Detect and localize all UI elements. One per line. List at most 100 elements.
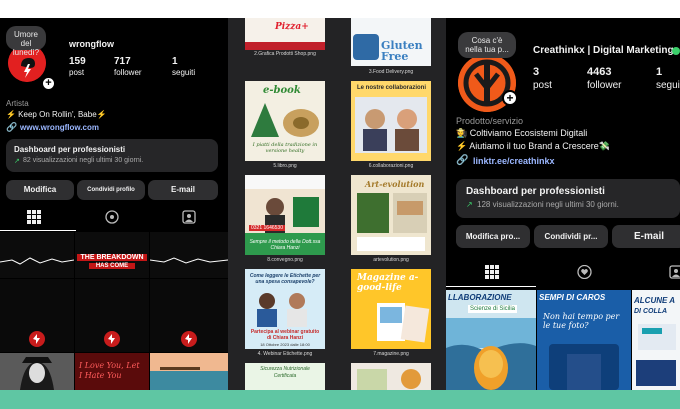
right-profile-panel: + Cosa c'è nella tua p... Creathinkx | D… bbox=[446, 18, 680, 390]
edit-profile-button[interactable]: Modifica bbox=[6, 180, 74, 200]
file-name-2[interactable]: 3.Food Delivery.png bbox=[351, 69, 431, 75]
post-3-line-2: DI COLLA bbox=[634, 308, 668, 315]
stat-posts-label-right: post bbox=[533, 80, 552, 91]
file-thumb-9[interactable]: Sicurezza Nutrizionale Certificata bbox=[245, 363, 325, 390]
banner-text-1: THE BREAKDOWN bbox=[77, 254, 147, 261]
grid-post-6[interactable] bbox=[150, 279, 228, 352]
file-name-4[interactable]: 6.collaborazioni.png bbox=[351, 163, 431, 169]
reels-icon[interactable] bbox=[104, 210, 120, 226]
post-1-line-2: Scienze di Sicilia bbox=[468, 305, 518, 313]
tagged-icon[interactable] bbox=[181, 210, 197, 226]
file-title-8: Magazine a-good-life bbox=[357, 273, 419, 293]
post-1-line-1: LLABORAZIONE bbox=[448, 293, 512, 302]
file-date: 18 Ottobre 2023 dalle 18:00 bbox=[260, 342, 310, 347]
username: wrongflow bbox=[69, 39, 114, 49]
grid-post-4[interactable] bbox=[0, 279, 74, 352]
grid-post-3[interactable] bbox=[150, 232, 228, 278]
file-thumb-4[interactable]: Le nostre collaborazioni bbox=[351, 81, 431, 161]
stat-following-value[interactable]: 1 bbox=[172, 56, 178, 67]
file-title-3: I piatti della tradizione in versione he… bbox=[252, 142, 318, 154]
file-thumb-1[interactable]: Pizza+ bbox=[245, 18, 325, 50]
top-strip bbox=[0, 0, 680, 18]
email-button[interactable]: E-mail bbox=[148, 180, 218, 200]
file-thumb-6[interactable]: Art-evolution bbox=[351, 175, 431, 255]
file-thumb-3[interactable]: e-book I piatti della tradizione in vers… bbox=[245, 81, 325, 161]
bio-line-1: 🧑‍🌾 Coltiviamo Ecosistemi Digitali bbox=[456, 128, 588, 138]
dashboard-card-right[interactable]: Dashboard per professionisti ↗ 128 visua… bbox=[456, 179, 680, 218]
note-text-right: Cosa c'è nella tua p... bbox=[465, 36, 509, 54]
dashboard-card[interactable]: Dashboard per professionisti ↗ 82 visual… bbox=[6, 139, 218, 172]
banner-text-2: HAS COME bbox=[89, 263, 135, 269]
file-name-1[interactable]: 2.Grafica Prodotti Shop.png bbox=[245, 51, 325, 57]
stat-followers-label-right[interactable]: follower bbox=[587, 80, 621, 91]
grid-post-9[interactable] bbox=[150, 353, 228, 390]
note-text: Umore del lunedì? bbox=[12, 30, 40, 57]
share-profile-button[interactable]: Condividi profilo bbox=[77, 180, 145, 200]
file-phone: 0321 1646530 bbox=[249, 225, 285, 231]
file-thumb-7[interactable]: Come leggere le Etichette per una spesa … bbox=[245, 269, 325, 349]
stat-following-value-right[interactable]: 1 bbox=[656, 66, 662, 78]
post-2-line-1: SEMPI DI CAROS bbox=[539, 293, 606, 302]
file-title-5: Sempre il metodo della Dott.ssa Chiara H… bbox=[249, 239, 321, 251]
grid-post-5[interactable] bbox=[75, 279, 149, 352]
stat-followers-value[interactable]: 717 bbox=[114, 56, 131, 67]
category: Artista bbox=[6, 99, 29, 108]
note-bubble-right[interactable]: Cosa c'è nella tua p... bbox=[458, 32, 516, 58]
profile-link[interactable]: www.wrongflow.com bbox=[20, 123, 99, 132]
post-collaboration[interactable]: LLABORAZIONE Scienze di Sicilia bbox=[446, 290, 536, 390]
stat-posts-value: 159 bbox=[69, 56, 86, 67]
grid-tab-indicator-right bbox=[446, 286, 536, 287]
art-text: I Love You, Let I Hate You bbox=[79, 361, 140, 380]
file-title-9: Sicurezza Nutrizionale Certificata bbox=[260, 366, 310, 379]
file-name-7[interactable]: 4. Webinar Etichette.png bbox=[245, 351, 325, 357]
stat-posts-value-right: 3 bbox=[533, 66, 540, 78]
stat-following-label-right[interactable]: seguiti bbox=[656, 80, 680, 91]
email-button-right[interactable]: E-mail bbox=[612, 225, 680, 248]
tagged-icon-right[interactable] bbox=[668, 265, 680, 281]
profile-link-right[interactable]: linktr.ee/creathinkx bbox=[473, 156, 555, 166]
stat-followers-value-right[interactable]: 4463 bbox=[587, 66, 611, 78]
post-2-line-2: Non hai tempo per le tue foto? bbox=[543, 312, 620, 330]
edit-profile-button-right[interactable]: Modifica pro... bbox=[456, 225, 530, 248]
file-browser-panel: Pizza+ 2.Grafica Prodotti Shop.png Glute… bbox=[228, 18, 446, 390]
grid-tab-indicator bbox=[0, 230, 76, 231]
heart-icon[interactable] bbox=[576, 264, 592, 281]
username-right: Creathinkx | Digital Marketing bbox=[533, 45, 674, 56]
stat-following-label[interactable]: seguiti bbox=[172, 68, 195, 77]
grid-icon-right[interactable] bbox=[484, 265, 500, 281]
file-name-6[interactable]: artevolution.png bbox=[351, 257, 431, 263]
grid-post-1[interactable] bbox=[0, 232, 74, 278]
bio-line-2: ⚡ Aiutiamo il tuo Brand a Crescere💸 bbox=[456, 141, 610, 151]
left-profile-panel: + Umore del lunedì? wrongflow 159 post 7… bbox=[0, 18, 228, 390]
dashboard-subtitle-right: 128 visualizzazioni negli ultimi 30 gior… bbox=[477, 200, 619, 209]
add-story-button-right[interactable]: + bbox=[502, 90, 518, 106]
post-carousel-examples[interactable]: SEMPI DI CAROS Non hai tempo per le tue … bbox=[537, 290, 631, 390]
file-title-2: Gluten Free bbox=[381, 39, 423, 63]
add-story-button[interactable]: + bbox=[41, 76, 56, 91]
category-right: Prodotto/servizio bbox=[456, 116, 524, 126]
file-thumb-5[interactable]: 0321 1646530 Sempre il metodo della Dott… bbox=[245, 175, 325, 255]
bio: ⚡ Keep On Rollin', Babe⚡ bbox=[6, 110, 107, 119]
file-thumb-2[interactable]: Gluten Free bbox=[351, 18, 431, 66]
note-bubble[interactable]: Umore del lunedì? bbox=[6, 26, 46, 57]
file-webinar: Partecipa al webinar gratuito di Chiara … bbox=[250, 329, 320, 341]
grid-post-2[interactable]: THE BREAKDOWN HAS COME bbox=[75, 232, 149, 278]
file-name-5[interactable]: 8.convegno.png bbox=[245, 257, 325, 263]
file-title-4: Le nostre collaborazioni bbox=[357, 85, 427, 91]
screenshot-collage: { "left_profile": { "note": "Umore del l… bbox=[0, 0, 680, 409]
post-alcune[interactable]: ALCUNE A DI COLLA bbox=[632, 290, 680, 390]
dashboard-title: Dashboard per professionisti bbox=[14, 145, 126, 154]
stat-posts-label: post bbox=[69, 68, 85, 77]
file-name-3[interactable]: 5.libro.png bbox=[245, 163, 325, 169]
file-thumb-8[interactable]: Magazine a-good-life bbox=[351, 269, 431, 349]
trend-icon-right: ↗ bbox=[466, 200, 473, 209]
stat-followers-label[interactable]: follower bbox=[114, 68, 142, 77]
grid-post-8[interactable]: I Love You, Let I Hate You bbox=[75, 353, 149, 390]
file-thumb-10[interactable] bbox=[351, 363, 431, 390]
file-name-8[interactable]: 7.magazine.png bbox=[351, 351, 431, 357]
share-profile-button-right[interactable]: Condividi pr... bbox=[534, 225, 608, 248]
file-title-6: Art-evolution bbox=[365, 179, 425, 189]
grid-post-7[interactable] bbox=[0, 353, 74, 390]
dashboard-subtitle: 82 visualizzazioni negli ultimi 30 giorn… bbox=[23, 157, 144, 164]
grid-icon[interactable] bbox=[26, 210, 42, 226]
